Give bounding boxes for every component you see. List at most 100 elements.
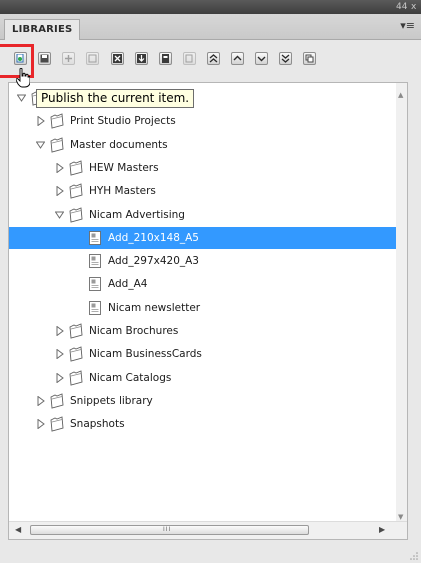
vertical-scrollbar[interactable]: ▲ ▼ bbox=[396, 83, 407, 523]
scroll-up-icon[interactable]: ▲ bbox=[398, 91, 403, 99]
scroll-right-icon[interactable]: ▶ bbox=[379, 525, 385, 534]
hand-cursor-icon bbox=[16, 68, 30, 88]
collapsed-arrow-icon[interactable] bbox=[55, 349, 64, 360]
export-icon bbox=[162, 54, 169, 63]
panel-tab-bar: LIBRARIES ▾≡ bbox=[0, 14, 421, 40]
collapsed-arrow-icon[interactable] bbox=[55, 372, 64, 383]
close-icon: x bbox=[411, 2, 417, 12]
folder-icon bbox=[50, 136, 64, 153]
copy-icon bbox=[185, 54, 193, 63]
scroll-left-icon[interactable]: ◀ bbox=[15, 525, 21, 534]
tree-folder-item[interactable]: Nicam BusinessCards bbox=[9, 343, 397, 365]
document-icon bbox=[89, 300, 101, 315]
collapsed-arrow-icon[interactable] bbox=[36, 419, 45, 430]
libraries-toolbar bbox=[0, 40, 421, 78]
tree-document-item[interactable]: Add_297x420_A3 bbox=[9, 250, 397, 272]
collapsed-arrow-icon[interactable] bbox=[55, 162, 64, 173]
collapse-icon: 44 bbox=[396, 2, 408, 12]
save-icon bbox=[40, 54, 49, 63]
tree-folder-item[interactable]: Nicam Advertising bbox=[9, 204, 397, 226]
tree-item-label: HEW Masters bbox=[89, 161, 159, 174]
collapsed-arrow-icon[interactable] bbox=[55, 186, 64, 197]
scroll-down-icon[interactable]: ▼ bbox=[398, 513, 403, 521]
tab-libraries[interactable]: LIBRARIES bbox=[4, 19, 81, 40]
tree-item-label: Add_297x420_A3 bbox=[108, 255, 199, 268]
collapsed-arrow-icon[interactable] bbox=[36, 116, 45, 127]
publish-tooltip: Publish the current item. bbox=[36, 89, 195, 108]
properties-button[interactable] bbox=[86, 52, 99, 65]
tree-folder-item[interactable]: HYH Masters bbox=[9, 180, 397, 202]
document-icon bbox=[89, 254, 101, 269]
panel-menu-icon: ▾≡ bbox=[400, 19, 415, 32]
folder-icon bbox=[69, 160, 83, 176]
save-button[interactable] bbox=[38, 52, 51, 65]
collapsed-arrow-icon[interactable] bbox=[36, 395, 45, 406]
import-button[interactable] bbox=[135, 52, 148, 65]
export-button[interactable] bbox=[159, 52, 172, 65]
panel-title-strip: 44 x bbox=[0, 0, 421, 14]
tree-document-item[interactable]: Add_210x148_A5 bbox=[9, 226, 397, 249]
tree-document-item[interactable]: Add_A4 bbox=[9, 273, 397, 295]
tree-document-item[interactable]: Nicam newsletter bbox=[9, 297, 397, 319]
move-up-button[interactable] bbox=[231, 52, 244, 65]
library-tree: Print Studio Projects Master documents HEW… bbox=[8, 82, 408, 540]
move-down-button[interactable] bbox=[255, 52, 268, 65]
expanded-arrow-icon[interactable] bbox=[55, 210, 64, 220]
expanded-arrow-icon[interactable] bbox=[17, 93, 26, 103]
tree-item-label: Print Studio Projects bbox=[70, 115, 176, 128]
tree-folder-item[interactable]: HEW Masters bbox=[9, 157, 397, 179]
expanded-arrow-icon[interactable] bbox=[36, 140, 45, 150]
tree-folder-item[interactable]: Master documents bbox=[9, 134, 397, 156]
tree-item-label: Nicam Advertising bbox=[89, 208, 185, 221]
tree-item-label: Nicam Catalogs bbox=[89, 371, 172, 384]
horizontal-scroll-thumb[interactable]: III bbox=[30, 525, 309, 535]
move-up-icon bbox=[233, 55, 242, 61]
delete-button[interactable] bbox=[111, 52, 124, 65]
collapse-panel-button[interactable]: 44 bbox=[396, 1, 407, 13]
tree-folder-item[interactable]: Snapshots bbox=[9, 413, 397, 435]
add-icon bbox=[65, 55, 72, 62]
collapse-all-icon bbox=[209, 54, 218, 63]
libraries-panel: 44 x LIBRARIES ▾≡ Publish the current it… bbox=[0, 0, 421, 563]
document-icon bbox=[89, 277, 101, 292]
collapsed-arrow-icon[interactable] bbox=[55, 326, 64, 336]
tree-folder-item[interactable]: Snippets library bbox=[9, 390, 397, 412]
add-button[interactable] bbox=[62, 52, 75, 65]
tree-item-label: Snippets library bbox=[70, 394, 153, 407]
expand-all-icon bbox=[281, 54, 290, 63]
scroll-grip: III bbox=[163, 526, 172, 533]
tree-item-label: Add_210x148_A5 bbox=[108, 231, 199, 244]
folder-icon bbox=[69, 346, 83, 362]
tree-item-label: Add_A4 bbox=[108, 278, 148, 291]
tree-item-label: Nicam newsletter bbox=[108, 301, 201, 314]
tree-folder-item[interactable]: Nicam Brochures bbox=[9, 320, 397, 342]
close-panel-button[interactable]: x bbox=[411, 1, 416, 13]
horizontal-scrollbar[interactable]: ◀ III ▶ bbox=[9, 521, 407, 539]
properties-icon bbox=[88, 54, 97, 63]
tree-item-label: Nicam Brochures bbox=[89, 325, 179, 337]
folder-icon bbox=[69, 206, 83, 223]
tree-item-label: HYH Masters bbox=[89, 185, 156, 198]
tree-item-label: Snapshots bbox=[70, 418, 125, 431]
tree-folder-item[interactable]: Print Studio Projects bbox=[9, 110, 397, 132]
tree-item-label: Master documents bbox=[70, 138, 168, 151]
tree-item-label: Nicam BusinessCards bbox=[89, 348, 202, 361]
delete-icon bbox=[113, 54, 122, 63]
folder-icon bbox=[50, 416, 64, 432]
folder-icon bbox=[69, 369, 83, 386]
collapse-all-button[interactable] bbox=[207, 52, 220, 65]
folder-icon bbox=[50, 113, 64, 129]
tree-folder-item[interactable]: Nicam Catalogs bbox=[9, 367, 397, 389]
import-icon bbox=[137, 54, 146, 63]
move-down-icon bbox=[257, 56, 266, 62]
document-icon bbox=[89, 230, 101, 245]
folder-icon bbox=[69, 323, 83, 339]
resize-grip-icon[interactable] bbox=[410, 552, 418, 560]
folder-icon bbox=[69, 183, 83, 199]
copy-button[interactable] bbox=[183, 52, 196, 65]
folder-icon bbox=[50, 393, 64, 409]
panel-menu-button[interactable]: ▾≡ bbox=[400, 19, 415, 33]
refresh-button[interactable] bbox=[303, 52, 316, 65]
refresh-icon bbox=[305, 54, 314, 63]
expand-all-button[interactable] bbox=[279, 52, 292, 65]
